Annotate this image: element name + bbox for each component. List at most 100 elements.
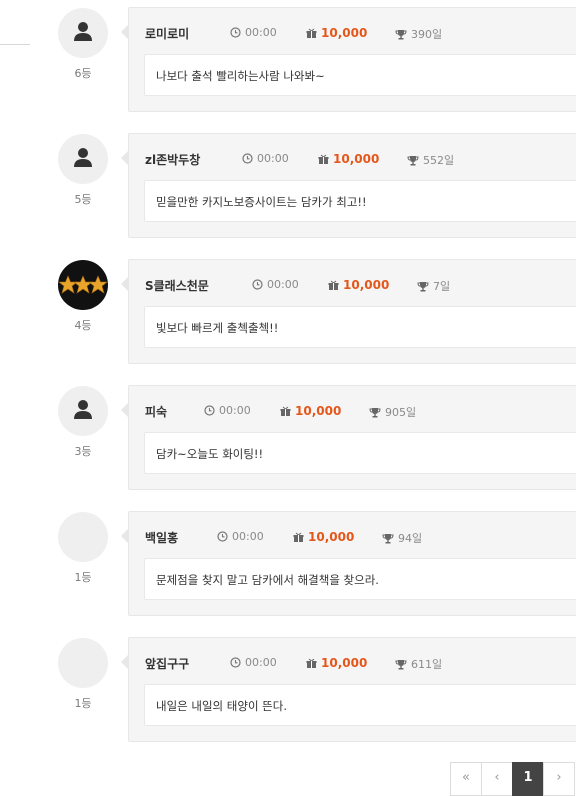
card-pointer bbox=[121, 655, 128, 669]
entry-card: 피숙 00:00 10,000 905일 담카~오늘도 화이팅!! bbox=[128, 385, 576, 490]
message-box: 나보다 출석 빨리하는사람 나와봐~ bbox=[144, 54, 576, 96]
days-text: 7일 bbox=[433, 280, 451, 293]
user-name[interactable]: 앞집구구 bbox=[145, 655, 189, 672]
points-value: 10,000 bbox=[321, 26, 368, 40]
time-text: 00:00 bbox=[245, 656, 277, 669]
trophy-icon bbox=[395, 29, 407, 39]
time-info: 00:00 bbox=[217, 530, 264, 543]
message-box: 담카~오늘도 화이팅!! bbox=[144, 432, 576, 474]
rank-label: 1등 bbox=[74, 571, 92, 584]
gift-icon bbox=[328, 280, 339, 290]
days-text: 611일 bbox=[411, 658, 443, 671]
trophy-icon bbox=[369, 407, 381, 417]
time-text: 00:00 bbox=[267, 278, 299, 291]
avatar[interactable] bbox=[58, 8, 108, 58]
avatar[interactable] bbox=[58, 638, 108, 688]
avatar[interactable] bbox=[58, 512, 108, 562]
time-info: 00:00 bbox=[252, 278, 299, 291]
attendance-entry: 3등 피숙 00:00 10,000 905일 담카~오늘도 화이팅!! bbox=[0, 385, 576, 499]
gift-icon bbox=[306, 658, 317, 668]
time-info: 00:00 bbox=[230, 656, 277, 669]
days-text: 94일 bbox=[398, 532, 423, 545]
time-info: 00:00 bbox=[230, 26, 277, 39]
attendance-entry: 5등 zl존박두창 00:00 10,000 552일 믿을만한 카지노보증사이… bbox=[0, 133, 576, 247]
trophy-icon bbox=[395, 659, 407, 669]
days-text: 552일 bbox=[423, 154, 455, 167]
points-info: 10,000 bbox=[306, 656, 367, 670]
days-info: 7일 bbox=[417, 278, 450, 294]
avatar[interactable] bbox=[58, 386, 108, 436]
person-icon bbox=[74, 400, 92, 419]
card-pointer bbox=[121, 403, 128, 417]
points-value: 10,000 bbox=[295, 404, 342, 418]
points-info: 10,000 bbox=[318, 152, 379, 166]
person-icon bbox=[74, 148, 92, 167]
avatar[interactable] bbox=[58, 134, 108, 184]
avatar[interactable] bbox=[58, 260, 108, 310]
points-info: 10,000 bbox=[280, 404, 341, 418]
points-value: 10,000 bbox=[308, 530, 355, 544]
message-box: 빛보다 빠르게 출첵출첵!! bbox=[144, 306, 576, 348]
days-info: 390일 bbox=[395, 26, 442, 42]
card-pointer bbox=[121, 529, 128, 543]
message-box: 믿을만한 카지노보증사이트는 담카가 최고!! bbox=[144, 180, 576, 222]
user-name[interactable]: 피숙 bbox=[145, 403, 167, 420]
attendance-entry: 1등 앞집구구 00:00 10,000 611일 내일은 내일의 태양이 뜬다… bbox=[0, 637, 576, 751]
card-pointer bbox=[121, 25, 128, 39]
entry-card: 앞집구구 00:00 10,000 611일 내일은 내일의 태양이 뜬다. bbox=[128, 637, 576, 742]
attendance-entry: 4등 S클래스천문 00:00 10,000 7일 빛보다 빠르게 출첵출첵!! bbox=[0, 259, 576, 373]
points-value: 10,000 bbox=[343, 278, 390, 292]
clock-icon bbox=[230, 27, 241, 38]
days-info: 552일 bbox=[407, 152, 454, 168]
attendance-entry: 6등 로미로미 00:00 10,000 390일 나보다 출석 빨리하는사람 … bbox=[0, 7, 576, 121]
clock-icon bbox=[252, 279, 263, 290]
rank-label: 3등 bbox=[74, 445, 92, 458]
gift-icon bbox=[318, 154, 329, 164]
time-text: 00:00 bbox=[245, 26, 277, 39]
entry-card: 로미로미 00:00 10,000 390일 나보다 출석 빨리하는사람 나와봐… bbox=[128, 7, 576, 112]
card-pointer bbox=[121, 277, 128, 291]
trophy-icon bbox=[417, 281, 429, 291]
time-text: 00:00 bbox=[232, 530, 264, 543]
gift-icon bbox=[293, 532, 304, 542]
user-name[interactable]: S클래스천문 bbox=[145, 277, 209, 294]
time-text: 00:00 bbox=[257, 152, 289, 165]
days-info: 611일 bbox=[395, 656, 442, 672]
clock-icon bbox=[242, 153, 253, 164]
message-box: 내일은 내일의 태양이 뜬다. bbox=[144, 684, 576, 726]
trophy-icon bbox=[382, 533, 394, 543]
rank-label: 4등 bbox=[74, 319, 92, 332]
gift-icon bbox=[280, 406, 291, 416]
clock-icon bbox=[217, 531, 228, 542]
points-info: 10,000 bbox=[328, 278, 389, 292]
current-page-button[interactable]: 1 bbox=[512, 762, 544, 796]
time-info: 00:00 bbox=[242, 152, 289, 165]
message-box: 문제점을 찾지 말고 담카에서 해결책을 찾으라. bbox=[144, 558, 576, 600]
days-text: 390일 bbox=[411, 28, 443, 41]
points-value: 10,000 bbox=[321, 656, 368, 670]
stars-icon bbox=[58, 275, 108, 294]
points-info: 10,000 bbox=[293, 530, 354, 544]
days-info: 905일 bbox=[369, 404, 416, 420]
rank-label: 1등 bbox=[74, 697, 92, 710]
gift-icon bbox=[306, 28, 317, 38]
days-text: 905일 bbox=[385, 406, 417, 419]
prev-page-button[interactable]: ‹ bbox=[481, 762, 513, 796]
entry-card: S클래스천문 00:00 10,000 7일 빛보다 빠르게 출첵출첵!! bbox=[128, 259, 576, 364]
points-value: 10,000 bbox=[333, 152, 380, 166]
points-info: 10,000 bbox=[306, 26, 367, 40]
days-info: 94일 bbox=[382, 530, 422, 546]
next-page-button[interactable]: › bbox=[543, 762, 575, 796]
pagination: « ‹ 1 › bbox=[450, 762, 575, 796]
attendance-entry: 1등 백일홍 00:00 10,000 94일 문제점을 찾지 말고 담카에서 … bbox=[0, 511, 576, 625]
user-name[interactable]: 로미로미 bbox=[145, 25, 189, 42]
user-name[interactable]: 백일홍 bbox=[145, 529, 178, 546]
first-page-button[interactable]: « bbox=[450, 762, 482, 796]
user-name[interactable]: zl존박두창 bbox=[145, 151, 200, 168]
time-info: 00:00 bbox=[204, 404, 251, 417]
trophy-icon bbox=[407, 155, 419, 165]
clock-icon bbox=[230, 657, 241, 668]
person-icon bbox=[74, 22, 92, 41]
clock-icon bbox=[204, 405, 215, 416]
card-pointer bbox=[121, 151, 128, 165]
